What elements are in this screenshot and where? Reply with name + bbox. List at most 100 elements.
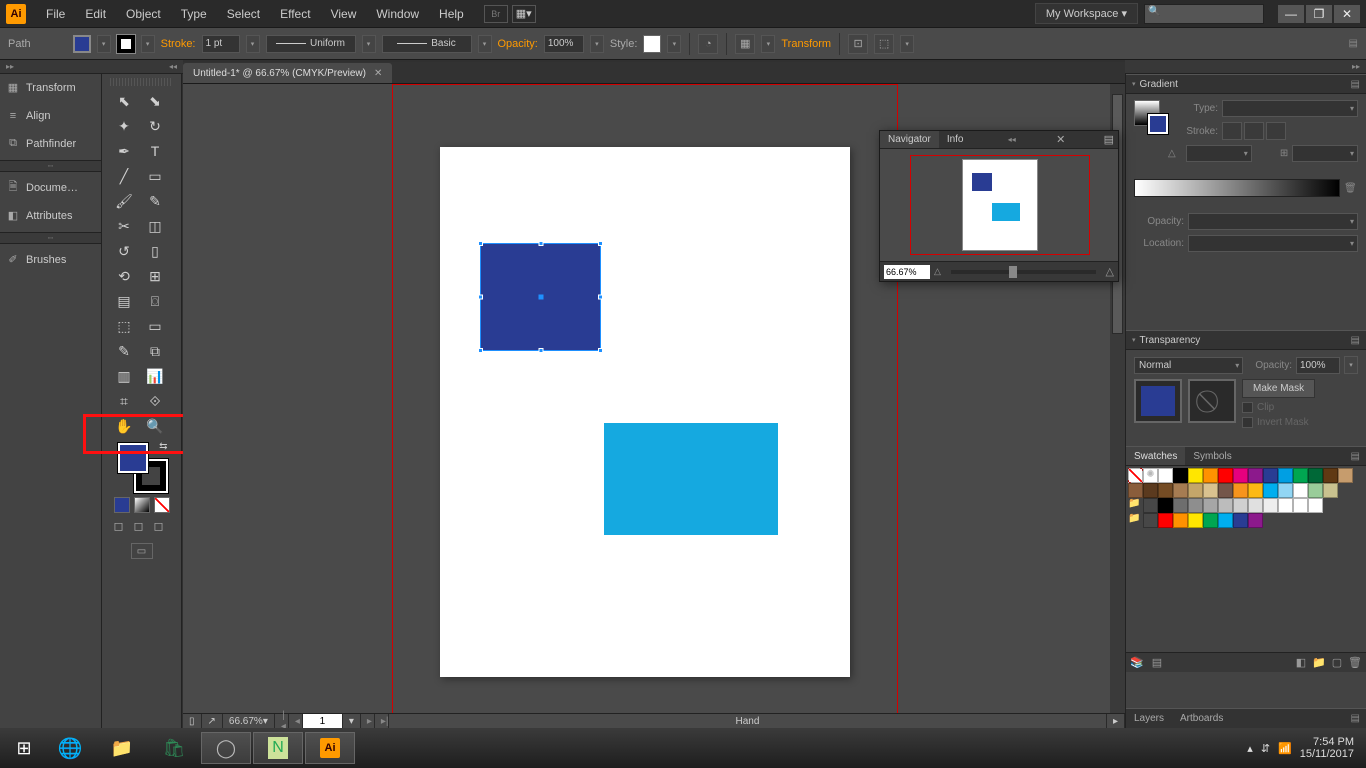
tray-more-icon[interactable]: ▴ bbox=[1247, 742, 1253, 755]
opacity-label[interactable]: Opacity: bbox=[498, 38, 538, 50]
swatch[interactable] bbox=[1188, 498, 1203, 513]
tab-navigator[interactable]: Navigator bbox=[880, 131, 939, 148]
panel-attributes[interactable]: ◧Attributes bbox=[0, 202, 101, 230]
swatch[interactable] bbox=[1158, 513, 1173, 528]
swatch[interactable] bbox=[1143, 513, 1158, 528]
swatch[interactable] bbox=[1233, 513, 1248, 528]
artboard-next-icon[interactable]: ▸ bbox=[361, 714, 375, 728]
menu-file[interactable]: File bbox=[36, 3, 75, 25]
taskbar-explorer-icon[interactable]: 📁 bbox=[97, 732, 147, 764]
swatch[interactable] bbox=[1233, 483, 1248, 498]
tool-8-1[interactable]: ⌼ bbox=[141, 290, 169, 312]
gradient-type-dropdown[interactable] bbox=[1222, 100, 1358, 117]
clip-checkbox[interactable] bbox=[1242, 402, 1253, 413]
swatch-none[interactable] bbox=[1128, 468, 1143, 483]
align-dd[interactable]: ▾ bbox=[761, 35, 775, 53]
tool-3-0[interactable]: ╱ bbox=[110, 165, 138, 187]
gradient-stop-location[interactable] bbox=[1188, 235, 1358, 252]
menu-object[interactable]: Object bbox=[116, 3, 171, 25]
tool-7-0[interactable]: ⟲ bbox=[110, 265, 138, 287]
new-group-icon[interactable]: 📁 bbox=[1312, 656, 1326, 670]
swatch-group-icon[interactable]: 📁 bbox=[1128, 513, 1143, 528]
swatch[interactable] bbox=[1233, 468, 1248, 483]
swatch[interactable] bbox=[1143, 498, 1158, 513]
panel-pathfinder[interactable]: ⧉Pathfinder bbox=[0, 130, 101, 158]
gradient-mode-icon[interactable] bbox=[134, 497, 150, 513]
fill-stroke-control[interactable]: ⇆ bbox=[118, 443, 166, 491]
tray-volume-icon[interactable]: 📶 bbox=[1278, 742, 1292, 755]
swatch[interactable] bbox=[1263, 468, 1278, 483]
start-button[interactable]: ⊞ bbox=[4, 732, 44, 764]
blend-mode-dropdown[interactable]: Normal bbox=[1134, 357, 1243, 374]
menu-window[interactable]: Window bbox=[366, 3, 429, 25]
panel-menu-icon[interactable]: ▤ bbox=[1345, 713, 1366, 724]
panel-menu-icon[interactable]: ▤ bbox=[1351, 79, 1360, 90]
tool-3-1[interactable]: ▭ bbox=[141, 165, 169, 187]
status-menu-icon[interactable]: ▸ bbox=[1107, 714, 1125, 728]
stroke-profile[interactable]: Uniform bbox=[266, 35, 356, 53]
tool-2-1[interactable]: T bbox=[141, 140, 169, 162]
grad-stroke-along-icon[interactable] bbox=[1244, 122, 1264, 140]
draw-inside-icon[interactable]: ◻ bbox=[154, 519, 170, 535]
fill-dropdown[interactable]: ▾ bbox=[97, 35, 111, 53]
swatch[interactable] bbox=[1203, 513, 1218, 528]
tool-7-1[interactable]: ⊞ bbox=[141, 265, 169, 287]
menu-help[interactable]: Help bbox=[429, 3, 474, 25]
tool-10-0[interactable]: ✎ bbox=[110, 340, 138, 362]
taskbar-notepadpp-icon[interactable]: N bbox=[253, 732, 303, 764]
swatch[interactable] bbox=[1173, 483, 1188, 498]
swatch[interactable] bbox=[1128, 483, 1143, 498]
menu-select[interactable]: Select bbox=[217, 3, 270, 25]
zoom-out-icon[interactable]: △ bbox=[934, 266, 941, 277]
stroke-weight-dropdown[interactable]: ▾ bbox=[246, 35, 260, 53]
stroke-dropdown[interactable]: ▾ bbox=[141, 35, 155, 53]
arrange-docs-icon[interactable]: ▦▾ bbox=[512, 5, 536, 23]
swatch[interactable] bbox=[1218, 468, 1233, 483]
tray-clock[interactable]: 7:54 PM 15/11/2017 bbox=[1300, 736, 1354, 760]
select-similar-icon[interactable]: ⬚ bbox=[874, 34, 894, 54]
gradient-panel-header[interactable]: ▾Gradient▤ bbox=[1126, 74, 1366, 94]
style-dd[interactable]: ▾ bbox=[667, 35, 681, 53]
transform-label[interactable]: Transform bbox=[781, 38, 831, 50]
mask-thumb[interactable]: ⃠ bbox=[1188, 379, 1236, 423]
left-dock-header[interactable]: ▸▸◂◂ bbox=[0, 60, 183, 74]
menu-view[interactable]: View bbox=[321, 3, 367, 25]
view-export-icon[interactable]: ↗ bbox=[202, 714, 223, 728]
delete-swatch-icon[interactable]: 🗑 bbox=[1348, 656, 1362, 670]
swatch-kind-icon[interactable]: ▤ bbox=[1150, 656, 1164, 670]
transparency-panel-header[interactable]: ▾Transparency▤ bbox=[1126, 330, 1366, 350]
taskbar-store-icon[interactable]: 🛍 bbox=[149, 732, 199, 764]
swatch[interactable] bbox=[1188, 468, 1203, 483]
tool-11-0[interactable]: ▥ bbox=[110, 365, 138, 387]
swatch-registration[interactable]: ✺ bbox=[1143, 468, 1158, 483]
transparency-thumb[interactable] bbox=[1134, 379, 1182, 423]
swatch[interactable] bbox=[1218, 483, 1233, 498]
swatch[interactable] bbox=[1293, 468, 1308, 483]
tool-4-1[interactable]: ✎ bbox=[141, 190, 169, 212]
swatch-group-icon[interactable]: 📁 bbox=[1128, 498, 1143, 513]
tool-9-1[interactable]: ▭ bbox=[141, 315, 169, 337]
swatch-options-icon[interactable]: ◧ bbox=[1294, 656, 1308, 670]
navigator-zoom-input[interactable]: 66.67% bbox=[884, 265, 930, 279]
search-input[interactable] bbox=[1144, 4, 1264, 24]
view-first-icon[interactable]: ▯ bbox=[183, 714, 202, 728]
gradient-stop-opacity[interactable] bbox=[1188, 213, 1358, 230]
menu-edit[interactable]: Edit bbox=[75, 3, 116, 25]
swatch[interactable] bbox=[1263, 498, 1278, 513]
window-restore-button[interactable]: ❐ bbox=[1306, 5, 1332, 23]
grad-stroke-in-icon[interactable] bbox=[1222, 122, 1242, 140]
tab-info[interactable]: Info bbox=[939, 131, 972, 148]
swatch[interactable] bbox=[1308, 483, 1323, 498]
tool-2-0[interactable]: ✒ bbox=[110, 140, 138, 162]
tool-6-1[interactable]: ▯ bbox=[141, 240, 169, 262]
document-tab[interactable]: Untitled-1* @ 66.67% (CMYK/Preview) ✕ bbox=[183, 63, 392, 83]
none-mode-icon[interactable] bbox=[154, 497, 170, 513]
fill-swatch[interactable] bbox=[73, 35, 91, 53]
opacity-input[interactable]: 100% bbox=[544, 35, 584, 53]
taskbar-illustrator-icon[interactable]: Ai bbox=[305, 732, 355, 764]
swatch[interactable] bbox=[1218, 498, 1233, 513]
menu-type[interactable]: Type bbox=[171, 3, 217, 25]
artboard-last-icon[interactable]: ▸| bbox=[375, 714, 389, 728]
new-swatch-icon[interactable]: ▢ bbox=[1330, 656, 1344, 670]
swatch[interactable] bbox=[1158, 483, 1173, 498]
